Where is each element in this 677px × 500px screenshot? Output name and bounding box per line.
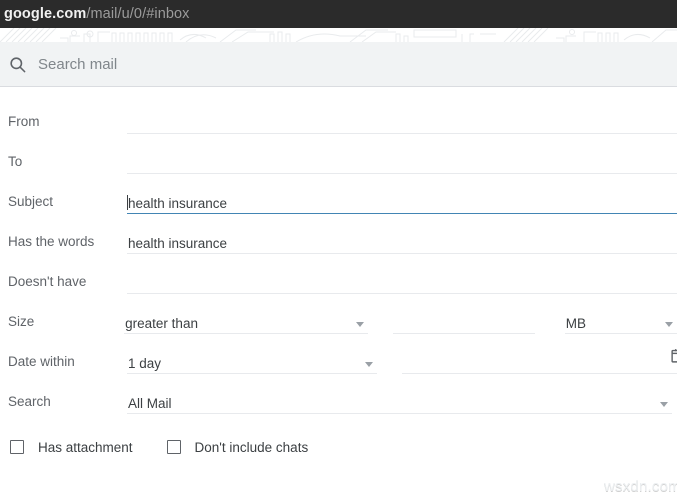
url-path: /mail/u/0/#inbox	[86, 6, 190, 22]
size-operator-value: greater than	[125, 316, 198, 331]
size-unit-value: MB	[565, 316, 586, 331]
dont-include-chats-label: Don't include chats	[194, 439, 309, 455]
checkbox-row: Has attachment Don't include chats	[0, 430, 677, 464]
search-scope-value: All Mail	[128, 396, 172, 411]
label-from: From	[8, 113, 40, 129]
search-input[interactable]: Search mail	[34, 56, 117, 73]
date-range-select[interactable]: 1 day	[127, 348, 377, 374]
has-the-words-value: health insurance	[128, 236, 228, 251]
circuit-pattern-decoration	[0, 28, 677, 42]
to-input[interactable]	[127, 148, 677, 174]
label-to: To	[8, 153, 23, 169]
browser-window: google.com/mail/u/0/#inbox Search mail F…	[0, 0, 677, 500]
label-doesnt-have: Doesn't have	[8, 273, 87, 289]
url-host: google.com	[4, 6, 87, 22]
label-search-scope: Search	[8, 393, 51, 409]
row-search-scope: Search All Mail	[0, 381, 677, 421]
label-has-the-words: Has the words	[8, 233, 95, 249]
label-date-within: Date within	[8, 353, 75, 369]
row-size: Size greater than MB	[0, 301, 677, 341]
has-attachment-label: Has attachment	[38, 439, 133, 455]
size-amount-input[interactable]	[393, 308, 535, 334]
gmail-search-bar[interactable]: Search mail	[0, 42, 677, 86]
advanced-search-panel: From To Subject health insurance Has the…	[0, 87, 677, 500]
label-size: Size	[8, 313, 35, 329]
browser-url-bar[interactable]: google.com/mail/u/0/#inbox	[0, 0, 677, 28]
chevron-down-icon	[664, 322, 673, 327]
chevron-down-icon	[365, 362, 373, 367]
calendar-icon[interactable]	[670, 347, 677, 369]
row-subject: Subject health insurance	[0, 181, 677, 221]
doesnt-have-input[interactable]	[127, 268, 677, 294]
row-has-the-words: Has the words health insurance	[0, 221, 677, 261]
date-range-value: 1 day	[128, 356, 162, 371]
subject-value: health insurance	[128, 196, 228, 211]
chevron-down-icon	[356, 322, 365, 327]
row-to: To	[0, 141, 677, 181]
subject-input[interactable]: health insurance	[127, 188, 677, 214]
row-from: From	[0, 101, 677, 141]
search-scope-select[interactable]: All Mail	[127, 388, 672, 414]
date-input[interactable]	[402, 348, 677, 374]
chevron-down-icon	[660, 402, 668, 407]
size-operator-select[interactable]: greater than	[124, 308, 369, 334]
size-unit-select[interactable]: MB	[564, 308, 677, 334]
row-date-within: Date within 1 day	[0, 341, 677, 381]
text-cursor	[127, 195, 128, 210]
row-doesnt-have: Doesn't have	[0, 261, 677, 301]
dont-include-chats-checkbox[interactable]	[166, 440, 181, 454]
has-the-words-input[interactable]: health insurance	[127, 228, 677, 254]
search-icon	[0, 55, 34, 74]
label-subject: Subject	[8, 193, 54, 209]
has-attachment-checkbox[interactable]	[10, 440, 24, 454]
from-input[interactable]	[127, 108, 677, 134]
